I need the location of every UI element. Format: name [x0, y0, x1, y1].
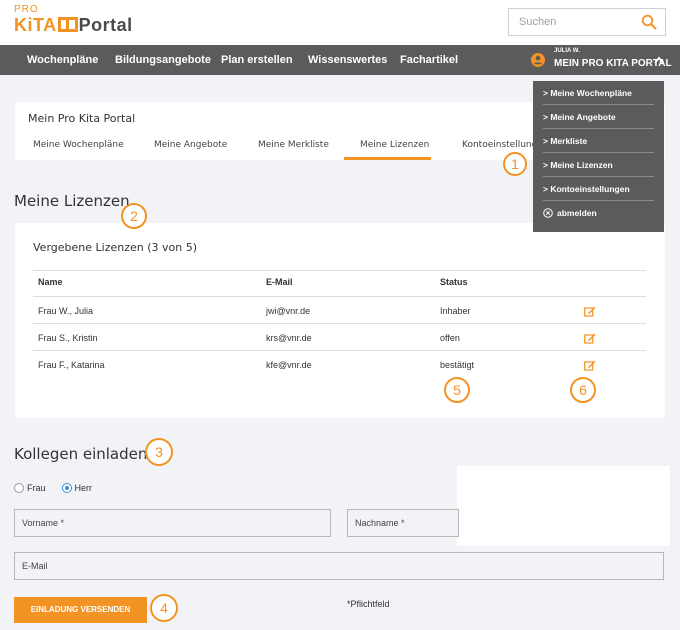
close-circle-icon: [543, 208, 553, 218]
edit-icon[interactable]: [584, 306, 596, 317]
menu-item-meine-wochenplaene[interactable]: > Meine Wochenpläne: [543, 81, 654, 105]
table-divider: [33, 323, 646, 324]
chevron-up-icon: [654, 56, 664, 64]
menu-item-meine-lizenzen[interactable]: > Meine Lizenzen: [543, 153, 654, 177]
licenses-heading: Meine Lizenzen: [14, 192, 130, 210]
tab-meine-merkliste[interactable]: Meine Merkliste: [258, 140, 329, 150]
callout-badge-5: 5: [444, 377, 470, 403]
portal-title: Mein Pro Kita Portal: [28, 112, 136, 125]
row-email: krs@vnr.de: [266, 333, 312, 343]
send-invitation-button[interactable]: EINLADUNG VERSENDEN: [14, 597, 147, 623]
user-dropdown-menu: > Meine Wochenpläne > Meine Angebote > M…: [533, 81, 664, 232]
callout-badge-4: 4: [150, 594, 178, 622]
edit-icon[interactable]: [584, 360, 596, 371]
logo-mark-icon: [57, 17, 78, 32]
callout-badge-3: 3: [145, 438, 173, 466]
email-input[interactable]: [22, 553, 663, 579]
callout-badge-1: 1: [503, 152, 527, 176]
salutation-radio-group: Frau Herr: [14, 483, 92, 493]
nav-item-bildungsangebote[interactable]: Bildungsangebote: [115, 45, 211, 75]
callout-badge-6: 6: [570, 377, 596, 403]
radio-frau[interactable]: [14, 483, 24, 493]
row-name: Frau S., Kristin: [38, 333, 98, 343]
search-icon[interactable]: [641, 14, 657, 30]
nachname-field: [347, 509, 459, 537]
user-icon: [531, 53, 545, 67]
user-menu-toggle[interactable]: JULIA W. MEIN PRO KITA PORTAL: [531, 45, 672, 75]
blank-panel: [457, 466, 670, 546]
active-tab-indicator: [344, 157, 431, 160]
tab-meine-lizenzen[interactable]: Meine Lizenzen: [360, 140, 429, 150]
radio-frau-label: Frau: [27, 483, 46, 493]
column-header-name: Name: [38, 277, 63, 287]
row-status: bestätigt: [440, 360, 475, 370]
row-email: jwi@vnr.de: [266, 306, 311, 316]
column-header-email: E-Mail: [266, 277, 293, 287]
vorname-field: [14, 509, 331, 537]
callout-badge-2: 2: [121, 203, 147, 229]
vorname-input[interactable]: [22, 510, 330, 536]
nav-item-fachartikel[interactable]: Fachartikel: [400, 45, 458, 75]
radio-herr-label: Herr: [74, 483, 93, 493]
column-header-status: Status: [440, 277, 468, 287]
required-field-note: *Pflichtfeld: [347, 599, 390, 609]
logo-portal-text: Portal: [78, 15, 133, 35]
table-divider: [33, 296, 646, 297]
nav-item-plan-erstellen[interactable]: Plan erstellen: [221, 45, 293, 75]
row-name: Frau W., Julia: [38, 306, 94, 316]
logout-button[interactable]: abmelden: [543, 201, 654, 225]
menu-item-merkliste[interactable]: > Merkliste: [543, 129, 654, 153]
search-input[interactable]: [509, 9, 629, 35]
row-status: Inhaber: [440, 306, 471, 316]
radio-herr[interactable]: [61, 483, 72, 493]
menu-item-meine-angebote[interactable]: > Meine Angebote: [543, 105, 654, 129]
user-name: JULIA W.: [554, 48, 580, 54]
licenses-card: Vergebene Lizenzen (3 von 5) Name E-Mail…: [15, 223, 665, 418]
table-divider: [33, 270, 646, 271]
tab-meine-wochenplaene[interactable]: Meine Wochenpläne: [33, 140, 124, 150]
tab-meine-angebote[interactable]: Meine Angebote: [154, 140, 227, 150]
row-email: kfe@vnr.de: [266, 360, 312, 370]
logo-wordmark: KiTA Portal: [14, 15, 133, 35]
nachname-input[interactable]: [355, 510, 458, 536]
licenses-subtitle: Vergebene Lizenzen (3 von 5): [33, 241, 197, 254]
invite-heading: Kollegen einladen: [14, 445, 148, 463]
menu-item-kontoeinstellungen[interactable]: > Kontoeinstellungen: [543, 177, 654, 201]
logo-pro-text: PRO: [14, 4, 39, 15]
row-name: Frau F., Katarina: [38, 360, 105, 370]
logo-kita-text: KiTA: [14, 15, 57, 35]
search-box: [508, 8, 666, 36]
logout-label: abmelden: [557, 208, 597, 218]
email-field: [14, 552, 664, 580]
nav-item-wochenplaene[interactable]: Wochenpläne: [27, 45, 98, 75]
row-status: offen: [440, 333, 460, 343]
pro-kita-portal-logo[interactable]: PRO KiTA Portal: [14, 4, 133, 35]
table-divider: [33, 350, 646, 351]
nav-item-wissenswertes[interactable]: Wissenswertes: [308, 45, 387, 75]
edit-icon[interactable]: [584, 333, 596, 344]
site-header: PRO KiTA Portal: [0, 0, 680, 45]
main-navigation: Wochenpläne Bildungsangebote Plan erstel…: [0, 45, 680, 75]
